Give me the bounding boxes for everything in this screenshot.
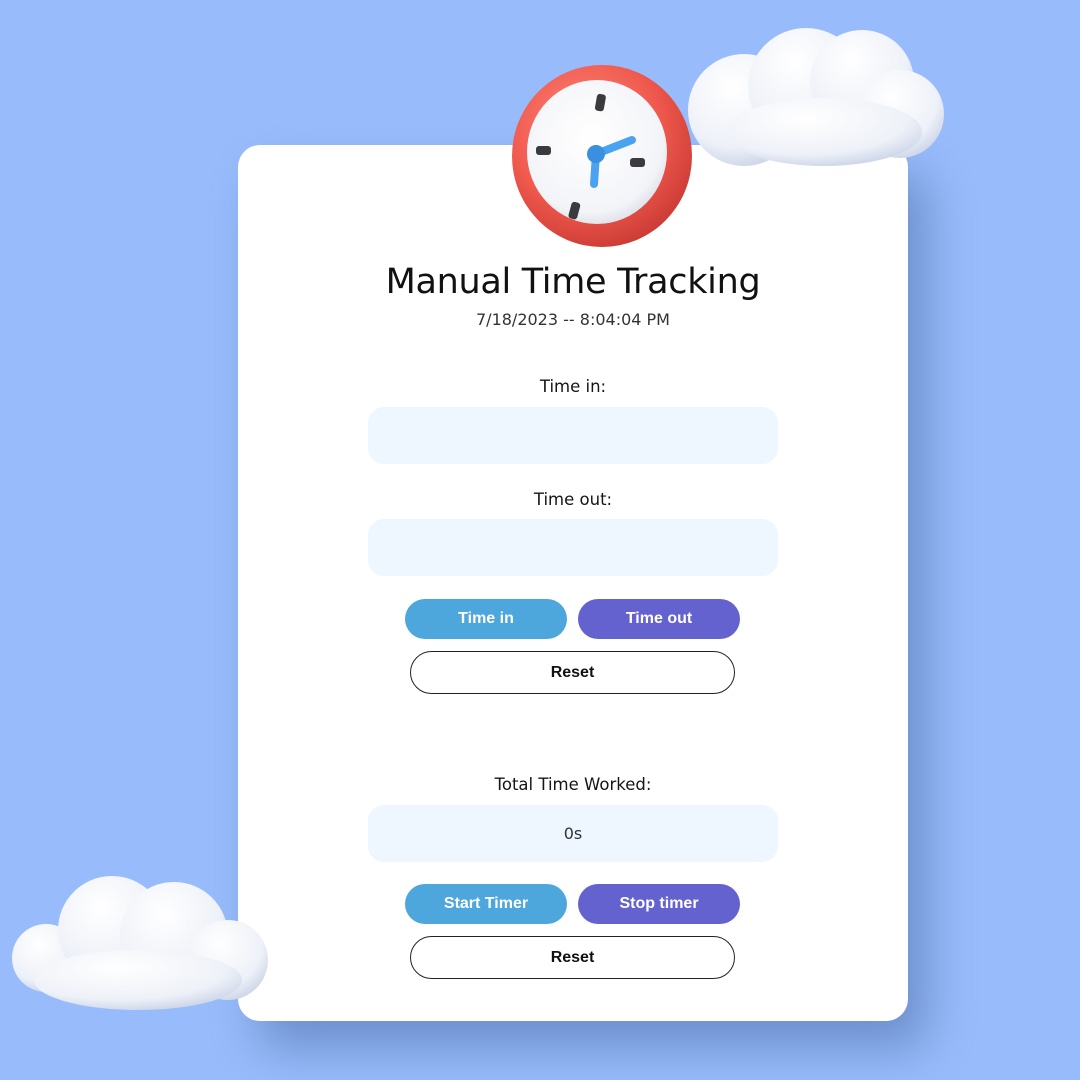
time-out-label: Time out: [533, 490, 613, 509]
time-in-button[interactable]: Time in [405, 599, 567, 639]
time-out-button[interactable]: Time out [578, 599, 740, 639]
page-title: Manual Time Tracking [385, 262, 761, 302]
current-datetime: 7/18/2023 -- 8:04:04 PM [476, 310, 670, 329]
reset-timer-button[interactable]: Reset [410, 936, 735, 979]
total-time-display: 0s [368, 805, 778, 862]
reset-manual-button[interactable]: Reset [410, 651, 735, 694]
cloud-icon [12, 876, 268, 1010]
stop-timer-button[interactable]: Stop timer [578, 884, 740, 924]
time-out-field[interactable] [368, 519, 778, 576]
cloud-icon [688, 28, 944, 166]
app-stage: Manual Time Tracking 7/18/2023 -- 8:04:0… [0, 0, 1080, 1080]
start-timer-button[interactable]: Start Timer [405, 884, 567, 924]
time-in-field[interactable] [368, 407, 778, 464]
time-in-label: Time in: [539, 377, 607, 396]
total-time-label: Total Time Worked: [494, 775, 652, 794]
alarm-clock-icon [512, 65, 692, 247]
